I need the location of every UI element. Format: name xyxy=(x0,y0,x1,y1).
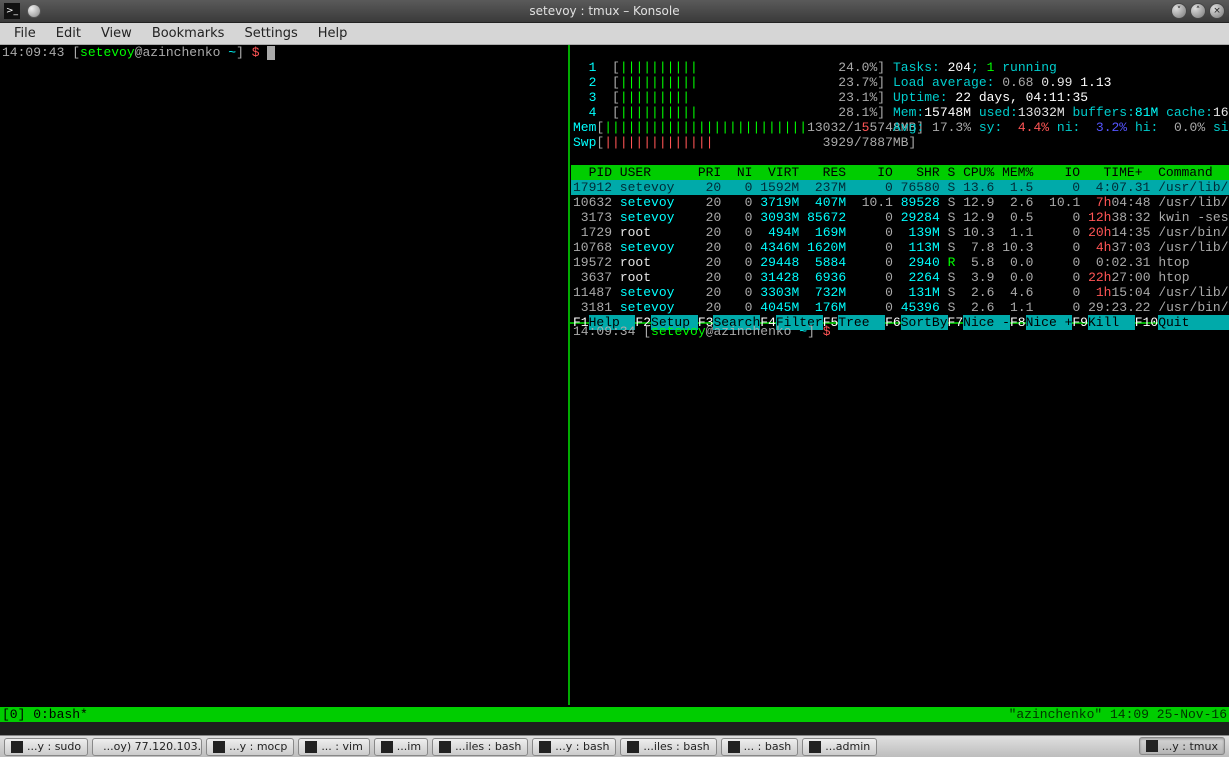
app-icon: >_ xyxy=(4,3,20,19)
taskbar-button[interactable]: ...y : mocp xyxy=(206,738,294,756)
terminal-icon xyxy=(11,741,23,753)
terminal-icon xyxy=(539,741,551,753)
terminal-icon xyxy=(213,741,225,753)
htop-process-row[interactable]: 17912 setevoy 20 0 1592M 237M 0 76580 S … xyxy=(571,180,1229,195)
tmux-status-bar: [0] 0:bash* "azinchenko" 14:09 25-Nov-16 xyxy=(0,707,1229,722)
cursor-icon xyxy=(267,46,275,60)
minimize-icon[interactable]: ˅ xyxy=(1171,3,1187,19)
taskbar-button[interactable]: ...y : tmux xyxy=(1139,737,1225,755)
taskbar-button[interactable]: ... : vim xyxy=(298,738,369,756)
terminal-icon xyxy=(439,741,451,753)
taskbar-button[interactable]: ...im xyxy=(374,738,428,756)
maximize-icon[interactable]: ˄ xyxy=(1190,3,1206,19)
tmux-pane-htop[interactable]: 1 [|||||||||| 24.0%] 2 [|||||||||| 23.7%… xyxy=(571,45,1229,322)
htop-process-row[interactable]: 10768 setevoy 20 0 4346M 1620M 0 113M S … xyxy=(571,240,1229,255)
prompt-right-bottom: 14:09:34 [setevoy@azinchenko ~] $ xyxy=(571,324,1229,339)
terminal-icon xyxy=(1146,740,1158,752)
tmux-pane-right-bottom[interactable]: 14:09:34 [setevoy@azinchenko ~] $ xyxy=(571,324,1229,704)
menu-edit[interactable]: Edit xyxy=(46,24,91,43)
htop-header-row[interactable]: PID USER PRI NI VIRT RES IO SHR S CPU% M… xyxy=(571,165,1229,180)
taskbar-button[interactable]: ...iles : bash xyxy=(620,738,716,756)
tmux-status-right: "azinchenko" 14:09 25-Nov-16 xyxy=(1009,707,1227,722)
menu-view[interactable]: View xyxy=(91,24,142,43)
tmux-vertical-split xyxy=(568,45,570,705)
terminal-icon xyxy=(305,741,317,753)
htop-process-row[interactable]: 3181 setevoy 20 0 4045M 176M 0 45396 S 2… xyxy=(571,300,1229,315)
menu-bar: File Edit View Bookmarks Settings Help xyxy=(0,23,1229,45)
taskbar-button[interactable]: ...iles : bash xyxy=(432,738,528,756)
taskbar-button[interactable]: ... : bash xyxy=(721,738,799,756)
menu-settings[interactable]: Settings xyxy=(234,24,307,43)
tmux-pane-left[interactable]: 14:09:43 [setevoy@azinchenko ~] $ xyxy=(0,45,568,705)
htop-process-row[interactable]: 1729 root 20 0 494M 169M 0 139M S 10.3 1… xyxy=(571,225,1229,240)
htop-process-row[interactable]: 11487 setevoy 20 0 3303M 732M 0 131M S 2… xyxy=(571,285,1229,300)
close-icon[interactable]: × xyxy=(1209,3,1225,19)
window-menu-icon[interactable] xyxy=(27,4,41,18)
terminal-icon xyxy=(728,741,740,753)
taskbar-button[interactable]: ...y : bash xyxy=(532,738,616,756)
htop-process-row[interactable]: 3637 root 20 0 31428 6936 0 2264 S 3.9 0… xyxy=(571,270,1229,285)
menu-bookmarks[interactable]: Bookmarks xyxy=(142,24,235,43)
menu-file[interactable]: File xyxy=(4,24,46,43)
htop-process-row[interactable]: 3173 setevoy 20 0 3093M 85672 0 29284 S … xyxy=(571,210,1229,225)
prompt-left: 14:09:43 [setevoy@azinchenko ~] $ xyxy=(0,45,568,60)
htop-process-row[interactable]: 19572 root 20 0 29448 5884 0 2940 R 5.8 … xyxy=(571,255,1229,270)
menu-help[interactable]: Help xyxy=(308,24,358,43)
taskbar-button[interactable]: ...oy) 77.120.103.20 xyxy=(92,738,202,756)
terminal-icon xyxy=(809,741,821,753)
swap-meter: Swp[|||||||||||||| 3929/7887MB] xyxy=(571,135,1229,150)
htop-process-row[interactable]: 10632 setevoy 20 0 3719M 407M 10.1 89528… xyxy=(571,195,1229,210)
terminal-area[interactable]: 14:09:43 [setevoy@azinchenko ~] $ 1 [|||… xyxy=(0,45,1229,722)
taskbar-button[interactable]: ...y : sudo xyxy=(4,738,88,756)
taskbar-button[interactable]: ...admin xyxy=(802,738,877,756)
window-titlebar: >_ setevoy : tmux – Konsole ˅ ˄ × xyxy=(0,0,1229,23)
tmux-status-left: [0] 0:bash* xyxy=(2,707,88,722)
window-title: setevoy : tmux – Konsole xyxy=(41,4,1168,19)
terminal-icon xyxy=(381,741,393,753)
terminal-icon xyxy=(627,741,639,753)
desktop-taskbar: ...y : sudo...oy) 77.120.103.20...y : mo… xyxy=(0,735,1229,757)
